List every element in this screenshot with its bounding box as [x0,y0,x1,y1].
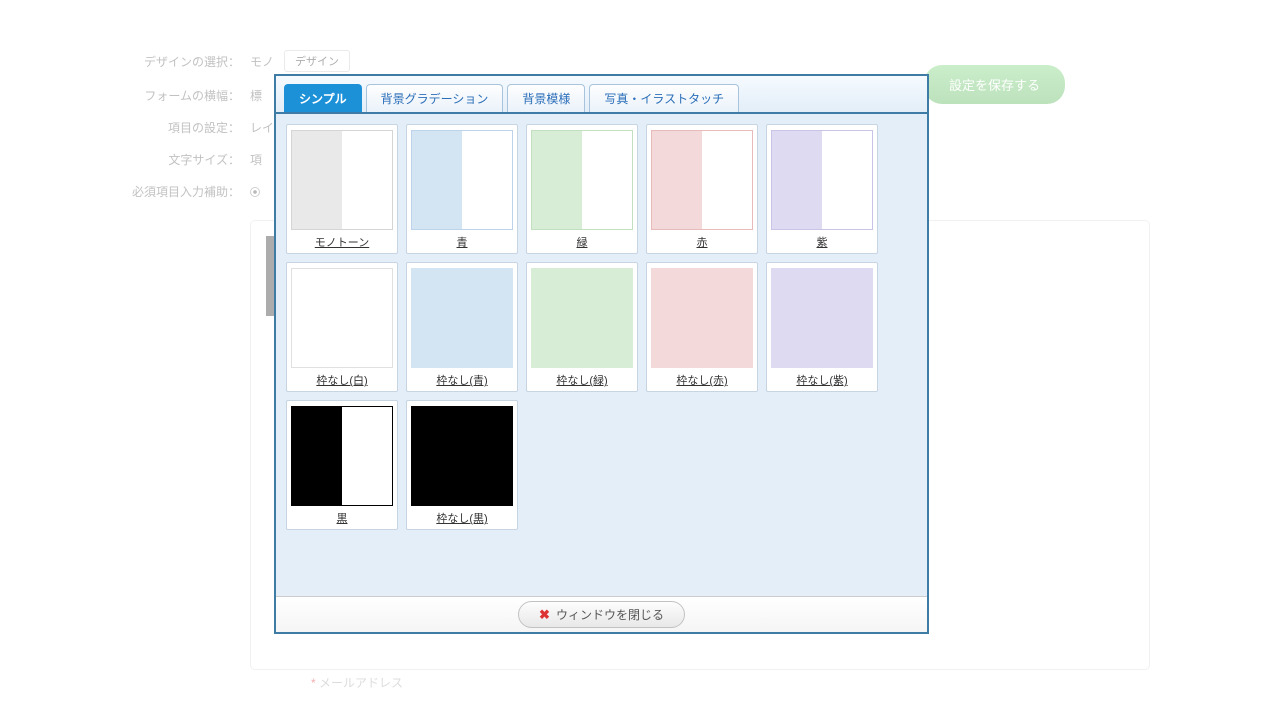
theme-label: 紫 [771,234,873,250]
close-window-button[interactable]: ✖ ウィンドウを閉じる [518,601,685,628]
theme-swatch [531,268,633,368]
settings-label: 項目の設定： [120,119,250,136]
settings-value [250,185,263,199]
settings-label: 文字サイズ： [120,151,250,168]
theme-card[interactable]: 枠なし(青) [406,262,518,392]
theme-swatch [411,406,513,506]
theme-card[interactable]: 枠なし(緑) [526,262,638,392]
theme-card[interactable]: モノトーン [286,124,398,254]
theme-card[interactable]: 枠なし(紫) [766,262,878,392]
theme-swatch [411,130,513,230]
settings-value: レイ [250,119,274,136]
theme-swatch [771,268,873,368]
settings-label: 必須項目入力補助： [120,183,250,200]
theme-swatch [291,130,393,230]
theme-grid-scroll[interactable]: モノトーン 青 緑 赤 紫枠なし(白) 枠なし(青) 枠なし(緑) 枠なし(赤) 枠なし(紫) 黒… [276,114,927,596]
theme-swatch [291,268,393,368]
theme-label: 枠なし(黒) [411,510,513,526]
design-picker-modal: シンプル背景グラデーション背景模様写真・イラストタッチ モノトーン 青 緑 赤 紫枠なし… [274,74,929,634]
theme-card[interactable]: 青 [406,124,518,254]
theme-swatch [651,130,753,230]
settings-value: モノ [250,53,274,70]
theme-swatch [291,406,393,506]
tabs-bar: シンプル背景グラデーション背景模様写真・イラストタッチ [276,76,927,114]
theme-label: 青 [411,234,513,250]
mail-field-preview: * メールアドレス [311,674,1139,691]
close-button-label: ウィンドウを閉じる [556,606,664,623]
theme-label: 枠なし(緑) [531,372,633,388]
theme-swatch [771,130,873,230]
settings-value: 項 [250,151,262,168]
settings-label: フォームの横幅： [120,87,250,104]
theme-card[interactable]: 緑 [526,124,638,254]
settings-label: デザインの選択： [120,53,250,70]
theme-label: 枠なし(青) [411,372,513,388]
theme-grid: モノトーン 青 緑 赤 紫枠なし(白) 枠なし(青) 枠なし(緑) 枠なし(赤) 枠なし(紫) 黒… [286,124,917,530]
tab-0[interactable]: シンプル [284,84,362,112]
theme-label: 緑 [531,234,633,250]
theme-label: 枠なし(赤) [651,372,753,388]
theme-card[interactable]: 枠なし(白) [286,262,398,392]
save-settings-button[interactable]: 設定を保存する [924,65,1065,104]
design-list-button[interactable]: デザイン [284,50,350,72]
tab-2[interactable]: 背景模様 [507,84,585,112]
theme-swatch [651,268,753,368]
close-icon: ✖ [539,607,550,623]
theme-label: 黒 [291,510,393,526]
theme-label: 枠なし(白) [291,372,393,388]
tab-3[interactable]: 写真・イラストタッチ [589,84,739,112]
theme-card[interactable]: 枠なし(赤) [646,262,758,392]
theme-label: 赤 [651,234,753,250]
theme-swatch [531,130,633,230]
modal-footer: ✖ ウィンドウを閉じる [276,596,927,632]
theme-label: 枠なし(紫) [771,372,873,388]
theme-card[interactable]: 黒 [286,400,398,530]
theme-card[interactable]: 紫 [766,124,878,254]
theme-card[interactable]: 枠なし(黒) [406,400,518,530]
theme-card[interactable]: 赤 [646,124,758,254]
theme-label: モノトーン [291,234,393,250]
theme-swatch [411,268,513,368]
settings-value: 標 [250,87,262,104]
tab-1[interactable]: 背景グラデーション [366,84,504,112]
